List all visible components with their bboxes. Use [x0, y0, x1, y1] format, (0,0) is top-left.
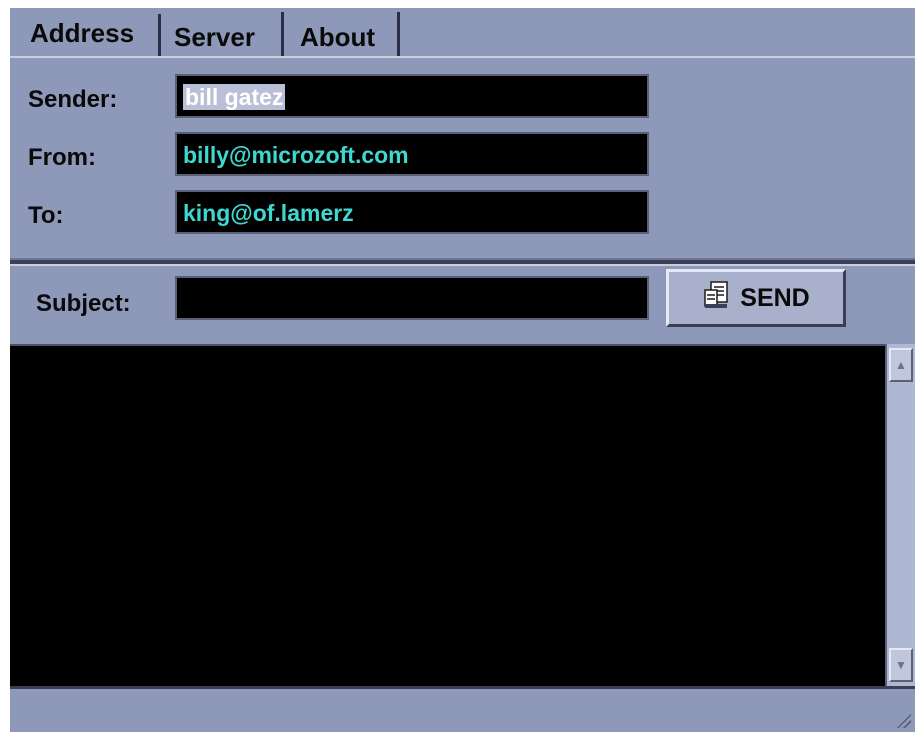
document-icon: [702, 280, 732, 317]
from-label: From:: [28, 144, 96, 171]
send-button-label: SEND: [740, 283, 810, 312]
sender-label: Sender:: [28, 86, 118, 113]
tab-server[interactable]: Server: [162, 12, 284, 56]
section-divider: [10, 258, 915, 266]
message-body[interactable]: [10, 344, 885, 688]
tab-about-label: About: [300, 22, 376, 52]
status-bar: [10, 686, 915, 732]
to-label: To:: [28, 202, 64, 229]
tab-server-label: Server: [174, 22, 255, 52]
address-panel: Sender: bill gatez From: billy@microzoft…: [10, 56, 915, 260]
subject-label: Subject:: [36, 290, 131, 317]
tab-address[interactable]: Address: [18, 8, 161, 58]
scroll-down-button[interactable]: ▼: [889, 648, 913, 682]
scroll-up-button[interactable]: ▲: [889, 348, 913, 382]
tab-address-label: Address: [30, 18, 135, 48]
mail-window: Address Server About Sender: bill gatez …: [10, 8, 915, 732]
from-field[interactable]: billy@microzoft.com: [175, 132, 649, 176]
resize-grip-icon[interactable]: [895, 712, 911, 728]
tab-bar: Address Server About: [10, 8, 915, 58]
subject-field[interactable]: [175, 276, 649, 320]
to-field[interactable]: king@of.lamerz: [175, 190, 649, 234]
send-button[interactable]: SEND: [666, 269, 846, 327]
message-scrollbar[interactable]: ▲ ▼: [885, 344, 915, 686]
arrow-up-icon: ▲: [895, 358, 907, 372]
sender-value: bill gatez: [183, 84, 286, 110]
subject-row: Subject: SEND: [10, 266, 915, 342]
tab-about[interactable]: About: [288, 12, 400, 56]
sender-field[interactable]: bill gatez: [175, 74, 649, 118]
arrow-down-icon: ▼: [895, 658, 907, 672]
